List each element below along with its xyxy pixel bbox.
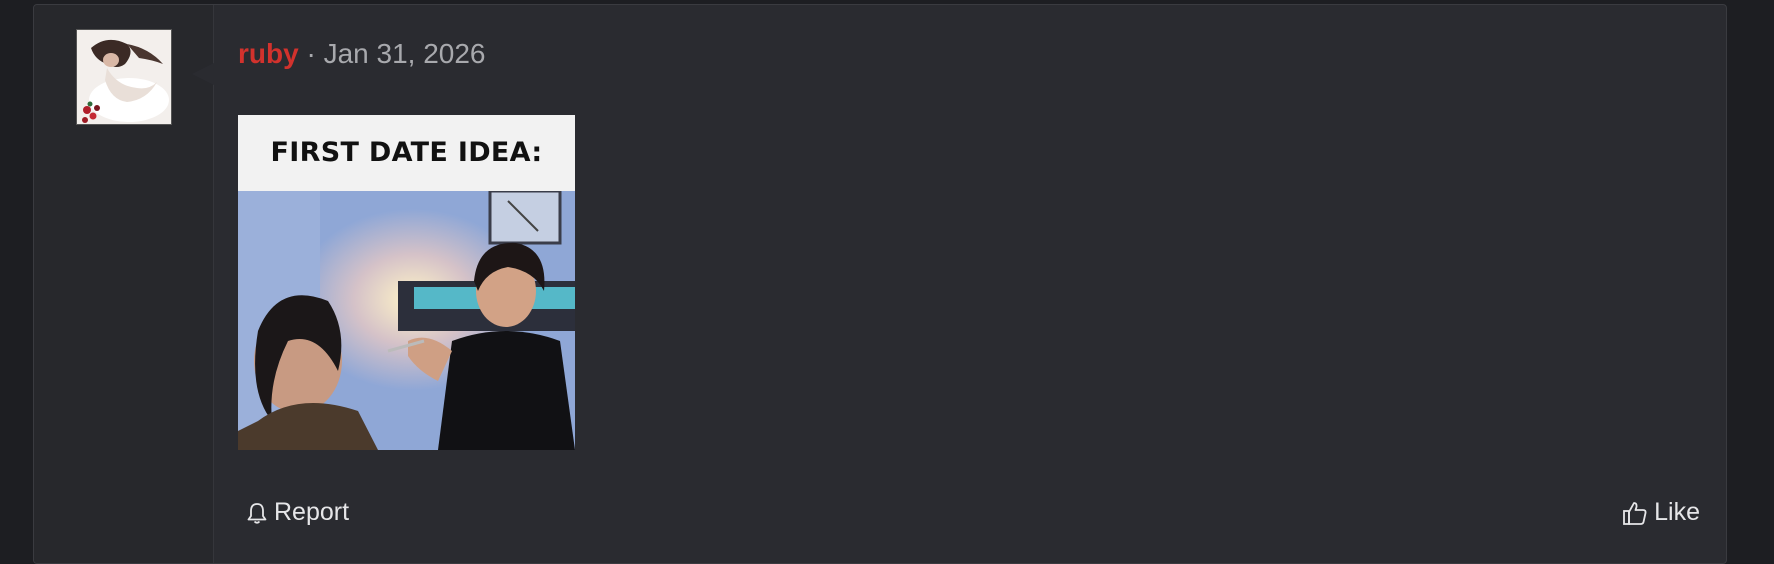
post-user-column — [34, 5, 214, 563]
like-button[interactable]: Like — [1622, 498, 1700, 527]
post-card: ruby · Jan 31, 2026 FIRST DATE IDEA: Rep… — [33, 4, 1727, 564]
avatar[interactable] — [76, 29, 172, 125]
thumbs-up-icon — [1623, 501, 1647, 525]
report-label: Report — [274, 498, 350, 526]
bell-icon — [247, 502, 267, 524]
post-date[interactable]: Jan 31, 2026 — [324, 38, 486, 69]
like-label: Like — [1654, 498, 1700, 526]
image-caption: FIRST DATE IDEA: — [238, 115, 575, 191]
post-arrow — [192, 63, 214, 85]
post-meta: ruby · Jan 31, 2026 — [238, 38, 486, 70]
report-button[interactable]: Report — [246, 498, 349, 527]
meta-separator: · — [306, 38, 316, 69]
username-link[interactable]: ruby — [238, 38, 299, 69]
image-photo — [238, 191, 575, 450]
post-footer: Report Like — [238, 498, 1726, 534]
post-image[interactable]: FIRST DATE IDEA: — [238, 115, 575, 450]
post-content: ruby · Jan 31, 2026 FIRST DATE IDEA: Rep… — [238, 5, 1726, 563]
